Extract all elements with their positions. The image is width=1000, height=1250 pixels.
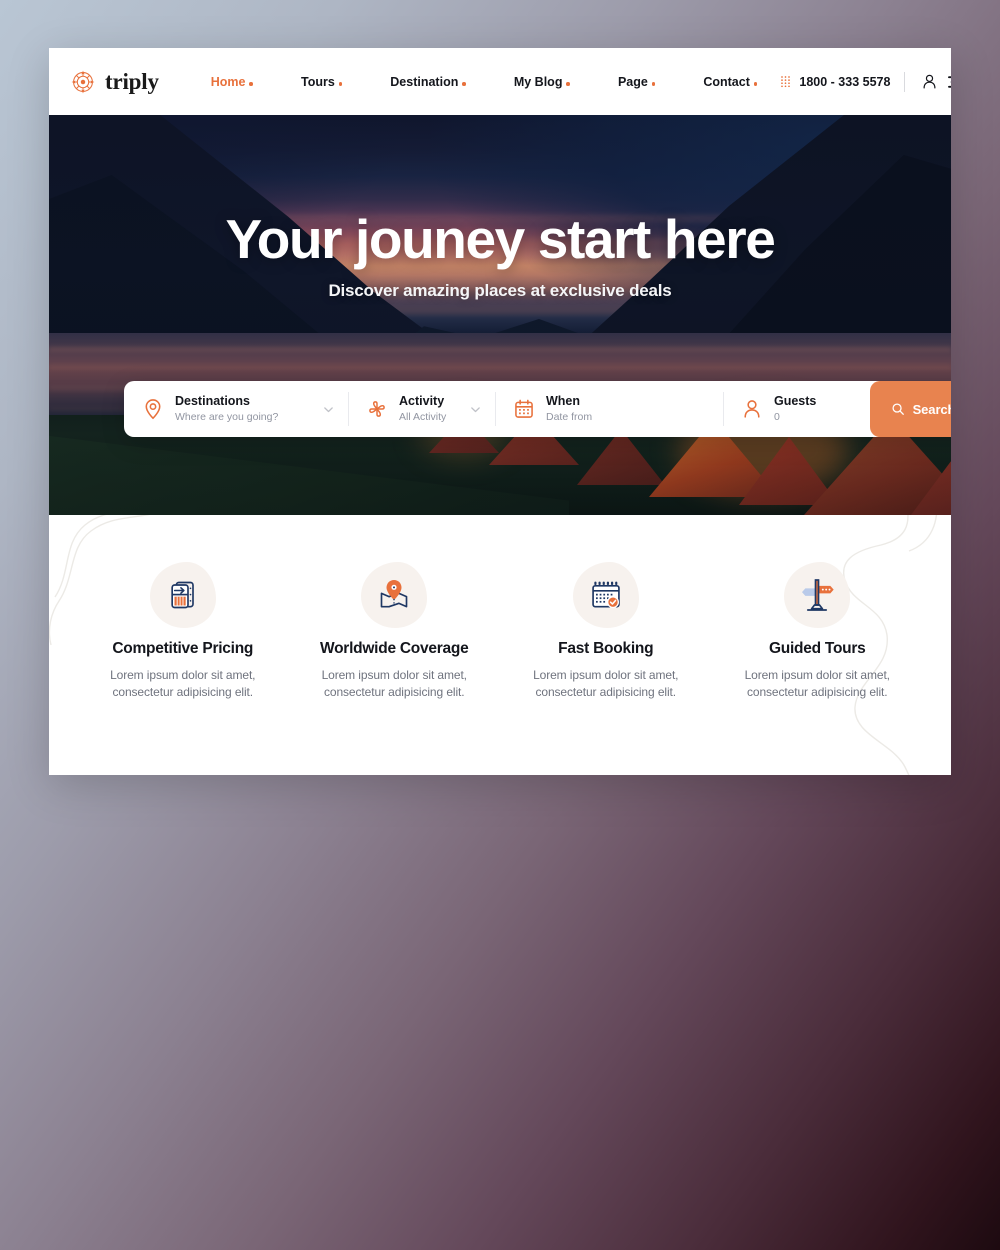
feature-title: Fast Booking (558, 640, 654, 657)
feature-icon-wrap (572, 562, 639, 628)
nav-label: Tours (300, 74, 335, 89)
user-icon (923, 74, 936, 89)
search-button[interactable]: Search (870, 381, 951, 437)
main-navigation: Home Tours Destination My Blog Page Cont… (187, 75, 782, 89)
search-field-activity[interactable]: Activity All Activity (348, 381, 495, 437)
search-field-label: Activity (399, 394, 445, 409)
brand-logo[interactable]: triply (70, 69, 159, 95)
calendar-icon (515, 399, 533, 418)
search-bar: Destinations Where are you going? Activi… (124, 381, 951, 437)
header-divider (904, 71, 906, 92)
nav-label: Contact (703, 74, 750, 89)
feature-description: Lorem ipsum dolor sit amet, consectetur … (321, 668, 467, 699)
feature-description: Lorem ipsum dolor sit amet, consectetur … (533, 668, 679, 699)
search-field-value: 0 (774, 410, 780, 423)
search-field-when[interactable]: When Date from (495, 381, 723, 437)
compass-rosette-icon (71, 70, 95, 93)
hero-overlay (49, 115, 951, 515)
search-field-value: All Activity (399, 410, 447, 423)
search-field-guests[interactable]: Guests 0 (723, 381, 870, 437)
nav-item-destination[interactable]: Destination (366, 75, 490, 89)
page-card: triply Home Tours Destination My Blog Pa… (49, 48, 951, 775)
hero-background-image (49, 115, 951, 515)
search-field-label: Destinations (175, 394, 251, 409)
header-right-cluster: 1800 - 333 5578 (781, 70, 951, 94)
phone-number: 1800 - 333 5578 (799, 74, 891, 89)
feature-icon-wrap (361, 562, 428, 628)
map-pin-icon (145, 399, 161, 420)
dot-grid-icon (781, 75, 791, 87)
nav-label: Page (617, 74, 648, 89)
feature-card-worldwide-coverage[interactable]: Worldwide Coverage Lorem ipsum dolor sit… (289, 562, 501, 700)
feature-description: Lorem ipsum dolor sit amet, consectetur … (110, 668, 256, 699)
nav-dot-icon (566, 82, 570, 86)
feature-title: Worldwide Coverage (319, 640, 469, 657)
nav-dot-icon (651, 82, 656, 86)
nav-label: My Blog (513, 74, 563, 89)
site-header: triply Home Tours Destination My Blog Pa… (49, 48, 951, 115)
search-field-label: Guests (774, 394, 817, 409)
feature-card-guided-tours[interactable]: Guided Tours Lorem ipsum dolor sit amet,… (712, 562, 924, 700)
nav-item-my-blog[interactable]: My Blog (490, 75, 594, 89)
person-icon (744, 400, 760, 418)
nav-label: Home (210, 74, 246, 89)
hero-subtitle: Discover amazing places at exclusive dea… (328, 280, 672, 300)
hero-content: Your jouney start here Discover amazing … (49, 208, 951, 301)
feature-title: Guided Tours (768, 640, 866, 657)
search-button-label: Search (912, 401, 951, 417)
features-section: Competitive Pricing Lorem ipsum dolor si… (49, 515, 951, 775)
feature-icon-wrap (784, 562, 851, 628)
nav-dot-icon (753, 82, 758, 86)
menu-toggle-button[interactable] (945, 70, 951, 94)
feature-card-fast-booking[interactable]: Fast Booking Lorem ipsum dolor sit amet,… (500, 562, 712, 700)
chevron-down-icon[interactable] (323, 404, 334, 415)
nav-item-contact[interactable]: Contact (679, 75, 781, 89)
search-field-text: Activity All Activity (399, 394, 459, 424)
hero-section: Your jouney start here Discover amazing … (49, 115, 951, 515)
search-field-text: Destinations Where are you going? (175, 394, 312, 424)
nav-item-home[interactable]: Home (187, 75, 277, 89)
search-field-text: When Date from (546, 394, 709, 424)
hero-title: Your jouney start here (225, 208, 776, 270)
search-field-destinations[interactable]: Destinations Where are you going? (124, 381, 348, 437)
feature-icon-wrap (149, 562, 216, 628)
search-field-text: Guests 0 (774, 394, 856, 424)
calendar-check-icon (592, 581, 620, 609)
search-field-value: Where are you going? (175, 410, 279, 423)
feature-description: Lorem ipsum dolor sit amet, consectetur … (744, 668, 890, 699)
ticket-plane-icon (171, 581, 194, 609)
search-icon (892, 403, 904, 415)
brand-name: triply (105, 68, 159, 94)
feature-title: Competitive Pricing (112, 640, 254, 657)
account-button[interactable] (917, 70, 941, 94)
chevron-down-icon[interactable] (470, 404, 481, 415)
search-field-value: Date from (546, 410, 593, 423)
nav-label: Destination (390, 74, 459, 89)
nav-dot-icon (462, 82, 466, 86)
pinwheel-icon (369, 401, 385, 417)
hamburger-menu-icon (948, 75, 951, 88)
search-field-label: When (546, 394, 581, 409)
nav-dot-icon (338, 82, 343, 86)
feature-grid: Competitive Pricing Lorem ipsum dolor si… (49, 562, 951, 700)
feature-card-competitive-pricing[interactable]: Competitive Pricing Lorem ipsum dolor si… (77, 562, 289, 700)
map-location-icon (380, 580, 408, 608)
phone-link[interactable]: 1800 - 333 5578 (781, 75, 904, 89)
nav-item-tours[interactable]: Tours (277, 75, 366, 89)
signpost-icon (802, 579, 834, 611)
nav-item-page[interactable]: Page (594, 75, 679, 89)
nav-dot-icon (249, 82, 253, 86)
